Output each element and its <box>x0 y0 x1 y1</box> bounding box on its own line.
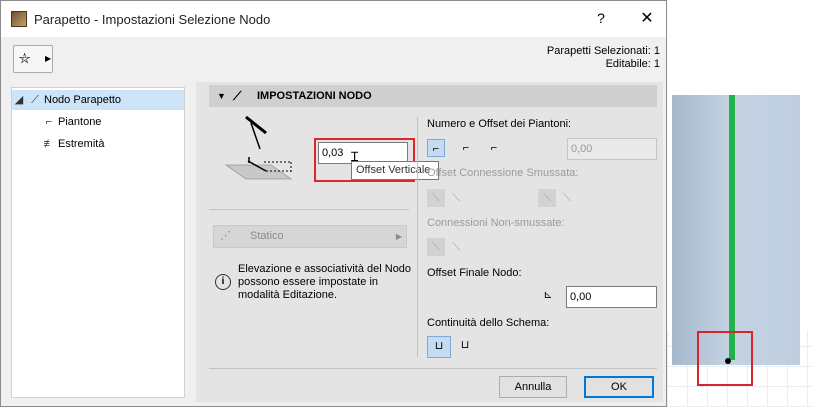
final-offset-input[interactable]: 0,00 <box>566 286 657 308</box>
final-offset-icon: ⊾ <box>543 289 553 301</box>
post-position-middle-icon[interactable]: ⌐ <box>457 139 475 157</box>
posts-offset-input: 0,00 <box>567 138 657 160</box>
triangle-down-icon: ◢ <box>14 94 24 106</box>
static-mode-icon: ⋰ <box>220 230 231 242</box>
viewport-railing-post <box>729 95 735 360</box>
post-position-end-icon[interactable]: ⌐ <box>485 139 503 157</box>
node-offset-diagram <box>224 115 293 180</box>
viewport-node-highlight <box>697 331 753 386</box>
favorites-button[interactable]: ⛥ ▶ <box>13 45 53 73</box>
final-offset-label: Offset Finale Nodo: <box>427 267 522 279</box>
triangle-right-icon: ▶ <box>45 54 52 63</box>
ok-button[interactable]: OK <box>584 376 654 398</box>
triangle-right-icon: ▶ <box>395 232 402 241</box>
editable-count: Editabile: 1 <box>605 58 660 70</box>
tree-item-nodo-parapetto[interactable]: ◢ ⟋ Nodo Parapetto <box>12 90 184 110</box>
static-dropdown-label: Statico <box>250 230 284 242</box>
selection-info: Parapetti Selezionati: 1 Editabile: 1 <box>547 45 660 71</box>
app-icon <box>11 11 27 27</box>
smooth-connection-option-3-icon: ⟍ <box>538 189 556 207</box>
smooth-connection-option-2-icon: ⟍ <box>452 192 460 204</box>
non-smooth-label: Connessioni Non-smussate: <box>427 217 565 229</box>
non-smooth-option-2-icon: ⟍ <box>452 241 460 253</box>
tree-item-piantone[interactable]: ⌐ Piantone <box>40 112 102 132</box>
section-title: IMPOSTAZIONI NODO <box>257 90 372 102</box>
continuity-option-2-icon[interactable]: ⊔ <box>454 336 476 358</box>
favorites-star-icon: ⛥ <box>19 50 31 66</box>
smooth-connection-label: Offset Connessione Smussata: <box>427 167 579 179</box>
end-icon: ≢ <box>43 138 55 150</box>
continuity-option-1-icon[interactable]: ⊔ <box>427 336 451 358</box>
title-bar: Parapetto - Impostazioni Selezione Nodo … <box>1 1 666 37</box>
vertical-divider <box>417 117 418 357</box>
settings-dialog: Parapetto - Impostazioni Selezione Nodo … <box>0 0 667 407</box>
section-header[interactable]: ▼ ⟋ IMPOSTAZIONI NODO <box>209 85 657 107</box>
tree-item-label: Piantone <box>58 116 102 128</box>
info-icon: i <box>215 274 231 290</box>
continuity-label: Continuità dello Schema: <box>427 317 550 329</box>
triangle-down-icon: ▼ <box>217 91 226 101</box>
static-dropdown: ⋰ Statico ▶ <box>213 225 407 248</box>
info-text: Elevazione e associatività del Nodo poss… <box>238 263 412 301</box>
post-icon: ⌐ <box>45 116 53 128</box>
cancel-button[interactable]: Annulla <box>499 376 567 398</box>
tree-item-label: Estremità <box>58 138 105 150</box>
tree-item-label: Nodo Parapetto <box>44 94 122 106</box>
viewport-wall <box>672 95 800 365</box>
smooth-connection-option-4-icon: ⟍ <box>563 192 571 204</box>
railing-node-icon: ⟋ <box>31 94 39 106</box>
divider <box>209 209 409 210</box>
close-button[interactable]: ✕ <box>635 8 659 30</box>
tree-item-estremita[interactable]: ≢ Estremità <box>40 134 105 154</box>
settings-tree: ◢ ⟋ Nodo Parapetto ⌐ Piantone ≢ Estremità <box>11 87 185 398</box>
post-position-start-icon[interactable]: ⌐ <box>427 139 445 157</box>
vertical-offset-tooltip: Offset Verticale <box>351 161 439 180</box>
smooth-connection-option-1-icon: ⟍ <box>427 189 445 207</box>
selected-count: Parapetti Selezionati: 1 <box>546 45 660 57</box>
window-title: Parapetto - Impostazioni Selezione Nodo <box>34 12 271 27</box>
railing-node-icon: ⟋ <box>233 89 242 103</box>
posts-label: Numero e Offset dei Piantoni: <box>427 118 572 130</box>
help-button[interactable]: ? <box>591 10 611 30</box>
non-smooth-option-1-icon: ⟍ <box>427 238 445 256</box>
divider <box>209 368 657 369</box>
